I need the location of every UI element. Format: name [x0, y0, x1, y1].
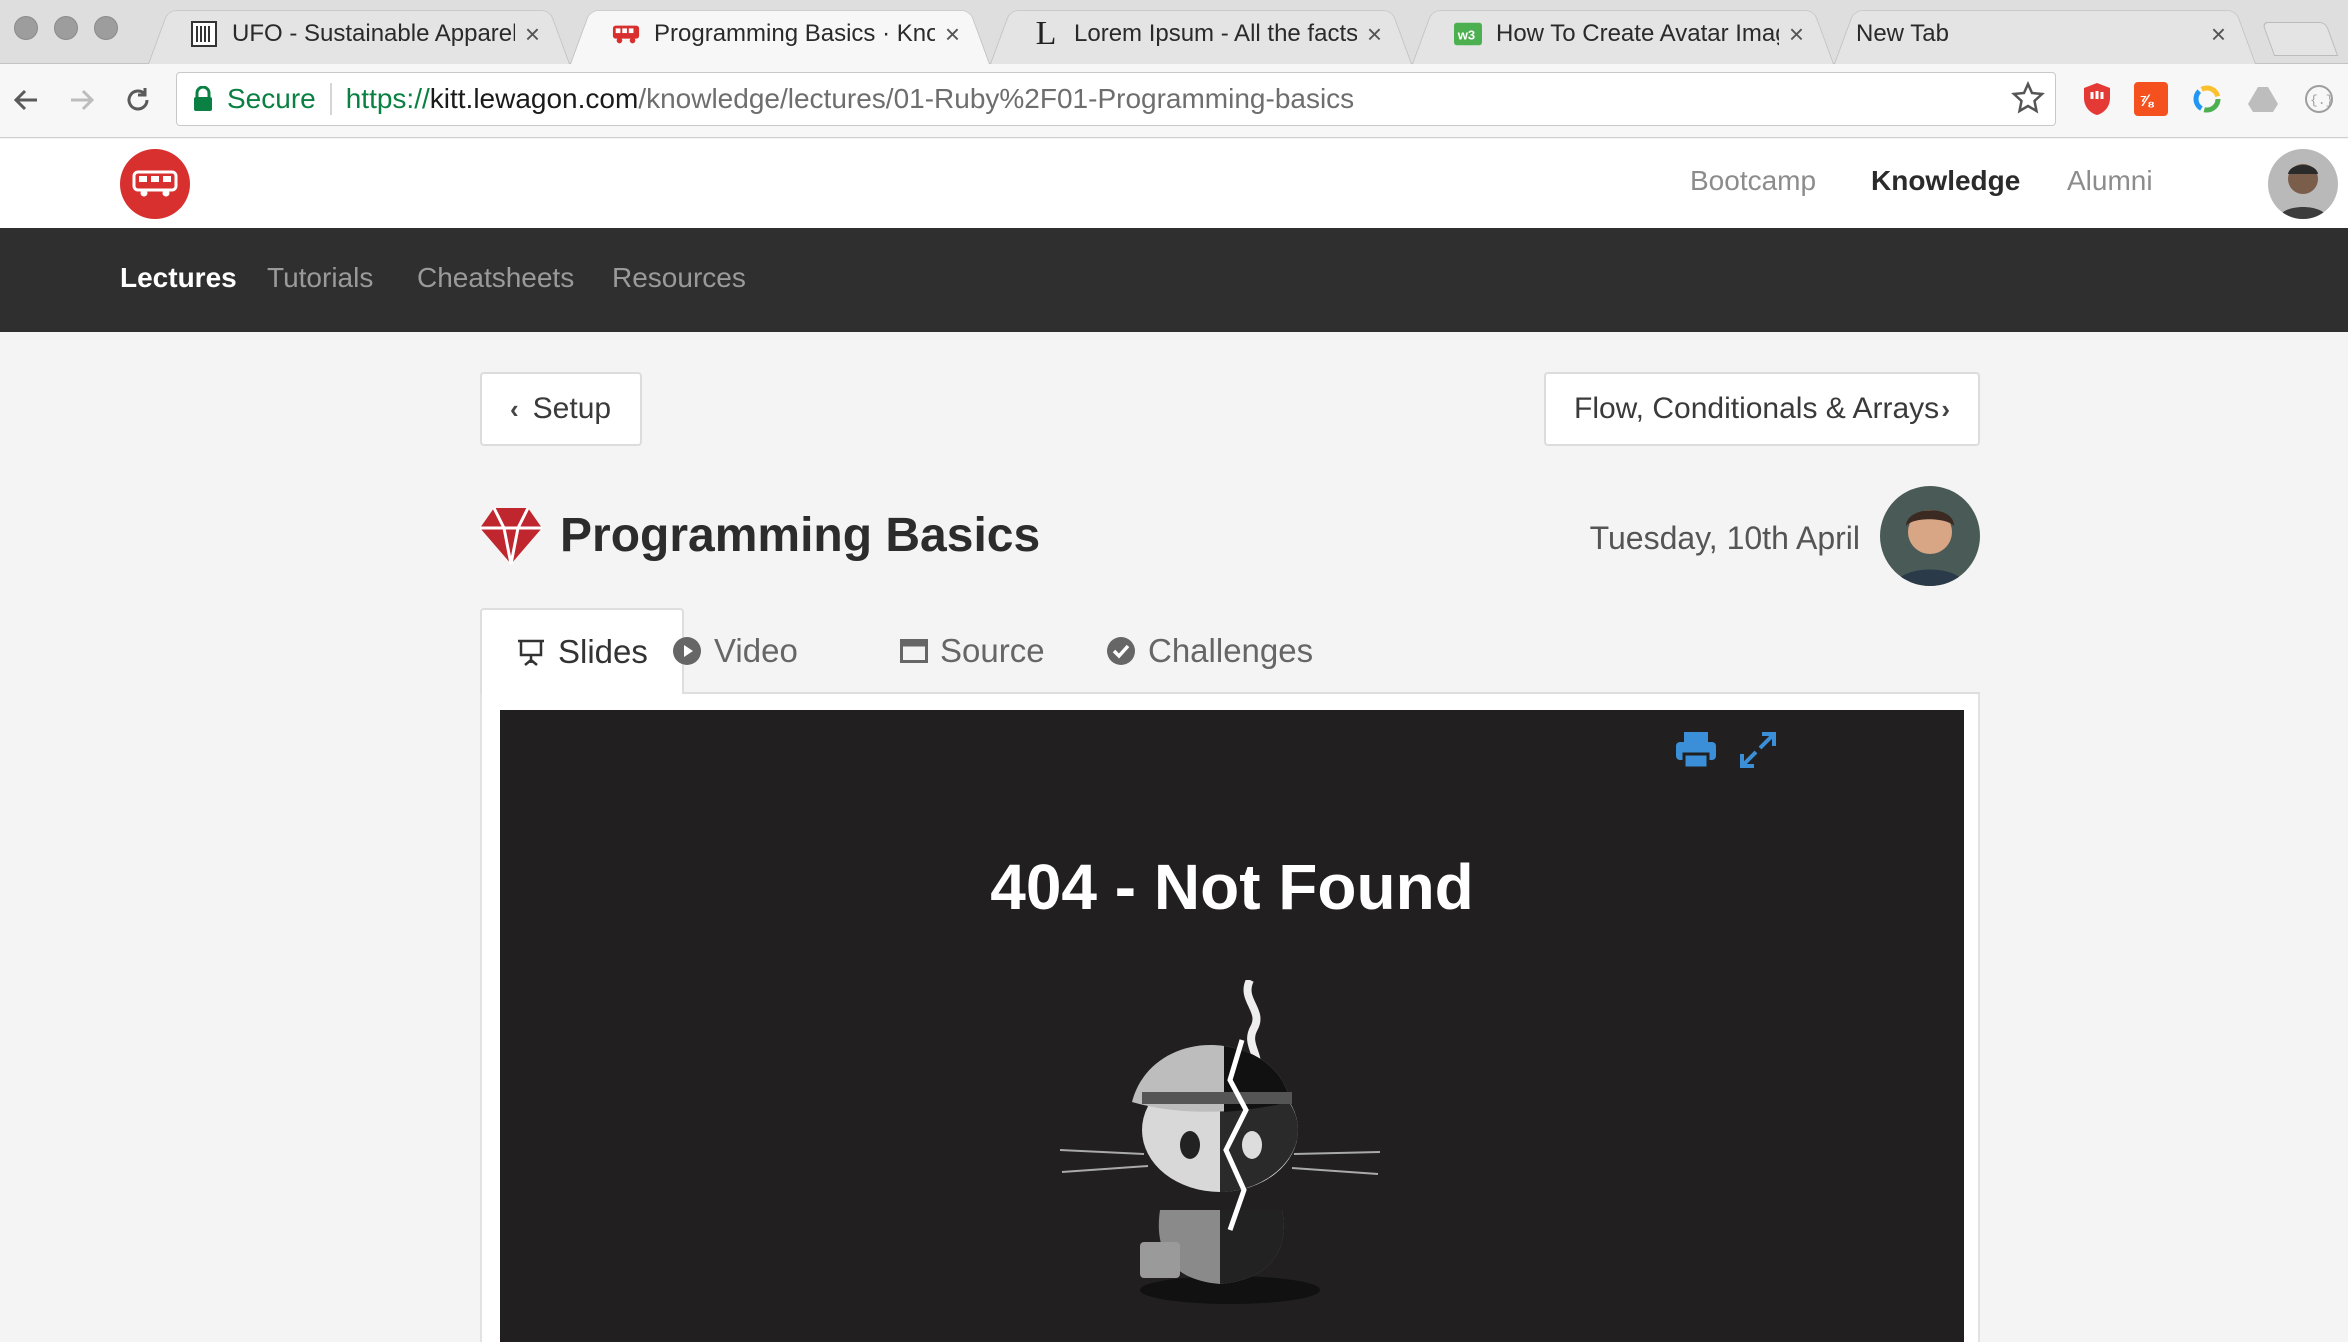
- lecture-date: Tuesday, 10th April: [1589, 520, 1860, 556]
- tab-source-label: Source: [940, 632, 1045, 669]
- url-path: /knowledge/lectures/01-Ruby%2F01-Program…: [638, 83, 1355, 114]
- nav-knowledge[interactable]: Knowledge: [1871, 165, 2020, 197]
- subnav-tutorials[interactable]: Tutorials: [267, 262, 373, 294]
- svg-text:w3: w3: [1457, 28, 1475, 43]
- teacher-avatar[interactable]: [1880, 486, 1980, 586]
- bookmark-star-icon[interactable]: [2011, 80, 2045, 122]
- tab-close-icon[interactable]: ×: [1789, 19, 1804, 50]
- w3-favicon-icon: w3: [1454, 20, 1482, 48]
- tab-challenges-label: Challenges: [1148, 632, 1314, 669]
- subnav-resources[interactable]: Resources: [612, 262, 746, 294]
- browser-tab[interactable]: New Tab ×: [1834, 4, 2256, 64]
- chevron-right-icon: ›: [1941, 393, 1950, 424]
- secure-label: Secure: [227, 83, 332, 115]
- ufo-favicon-icon: [190, 20, 218, 48]
- bus-icon: [132, 170, 178, 197]
- octocat-detective-image: [1059, 978, 1381, 1310]
- tab-close-icon[interactable]: ×: [2211, 19, 2226, 50]
- window-minimize-button[interactable]: [54, 16, 78, 40]
- play-circle-icon: [672, 636, 702, 666]
- check-circle-icon: [1106, 636, 1136, 666]
- lock-icon: [193, 85, 213, 112]
- ublock-extension-icon[interactable]: [2076, 78, 2118, 120]
- tab-video-label: Video: [714, 632, 798, 669]
- nav-alumni[interactable]: Alumni: [2067, 165, 2153, 197]
- previous-lecture-button[interactable]: ‹ Setup: [480, 372, 642, 446]
- user-avatar[interactable]: [2268, 149, 2338, 219]
- browser-toolbar: Secure https:// kitt.lewagon.com /knowle…: [0, 64, 2348, 138]
- lecture-header: Programming Basics Tuesday, 10th April: [480, 478, 1980, 588]
- lorem-l-favicon-icon: L: [1035, 15, 1057, 52]
- slides-panel: 404 - Not Found: [480, 694, 1980, 1342]
- print-icon[interactable]: [1670, 724, 1722, 776]
- site-header: Bootcamp Knowledge Alumni: [0, 139, 2348, 228]
- presentation-icon: [516, 637, 546, 667]
- browser-tab-strip: UFO - Sustainable Apparel × Programming …: [0, 0, 2348, 64]
- tab-title: UFO - Sustainable Apparel: [232, 20, 515, 47]
- tab-challenges[interactable]: Challenges: [1106, 608, 1313, 694]
- svg-text:⅞: ⅞: [2139, 91, 2155, 110]
- svg-text:{.}: {.}: [2310, 93, 2333, 108]
- knowledge-subnav: Lectures Tutorials Cheatsheets Resources: [0, 228, 2348, 332]
- lewagon-logo[interactable]: [120, 149, 190, 219]
- nav-bootcamp[interactable]: Bootcamp: [1690, 165, 1816, 197]
- pdf-extension-icon[interactable]: ⅞: [2130, 78, 2172, 120]
- next-lecture-button[interactable]: Flow, Conditionals & Arrays ›: [1544, 372, 1980, 446]
- tab-close-icon[interactable]: ×: [945, 19, 960, 50]
- subnav-lectures[interactable]: Lectures: [120, 262, 237, 294]
- ruby-icon: [480, 506, 542, 566]
- subnav-cheatsheets[interactable]: Cheatsheets: [417, 262, 574, 294]
- new-tab-button[interactable]: [2261, 22, 2339, 56]
- url-host: kitt.lewagon.com: [429, 83, 639, 114]
- back-arrow-icon[interactable]: [6, 78, 46, 122]
- browser-tab[interactable]: w3 How To Create Avatar Image ×: [1412, 4, 1834, 64]
- tab-title: Programming Basics · Know: [654, 20, 935, 47]
- window-icon: [900, 639, 928, 663]
- reload-icon[interactable]: [118, 78, 158, 122]
- lewagon-bus-favicon-icon: [612, 20, 640, 48]
- json-extension-icon[interactable]: {.}: [2298, 78, 2340, 120]
- window-zoom-button[interactable]: [94, 16, 118, 40]
- drive-extension-icon[interactable]: [2242, 78, 2284, 120]
- tab-slides-label: Slides: [558, 633, 648, 670]
- forward-arrow-icon[interactable]: [62, 78, 102, 122]
- tab-title: Lorem Ipsum - All the facts: [1074, 20, 1357, 47]
- tab-close-icon[interactable]: ×: [525, 19, 540, 50]
- lecture-title: Programming Basics: [560, 509, 1041, 562]
- address-bar[interactable]: Secure https:// kitt.lewagon.com /knowle…: [176, 72, 2056, 126]
- url-scheme: https://: [345, 83, 430, 114]
- tab-slides[interactable]: Slides: [480, 608, 684, 696]
- tab-title: New Tab: [1856, 20, 1949, 47]
- color-extension-icon[interactable]: [2186, 78, 2228, 120]
- next-lecture-label: Flow, Conditionals & Arrays: [1574, 392, 1940, 425]
- chevron-left-icon: ‹: [510, 393, 519, 424]
- tab-title: How To Create Avatar Image: [1496, 20, 1779, 47]
- previous-lecture-label: Setup: [532, 392, 612, 425]
- tab-source[interactable]: Source: [900, 608, 1045, 694]
- slide-viewer[interactable]: 404 - Not Found: [500, 710, 1964, 1342]
- window-close-button[interactable]: [14, 16, 38, 40]
- lecture-tabs: Slides Video Source Challenges: [480, 608, 1980, 696]
- browser-tab[interactable]: L Lorem Ipsum - All the facts ×: [990, 4, 1412, 64]
- browser-tab[interactable]: UFO - Sustainable Apparel ×: [148, 4, 570, 64]
- tab-video[interactable]: Video: [672, 608, 798, 694]
- tab-close-icon[interactable]: ×: [1367, 19, 1382, 50]
- browser-tab-active[interactable]: Programming Basics · Know ×: [570, 4, 990, 64]
- fullscreen-expand-icon[interactable]: [1732, 724, 1784, 776]
- slide-404-heading: 404 - Not Found: [990, 851, 1474, 923]
